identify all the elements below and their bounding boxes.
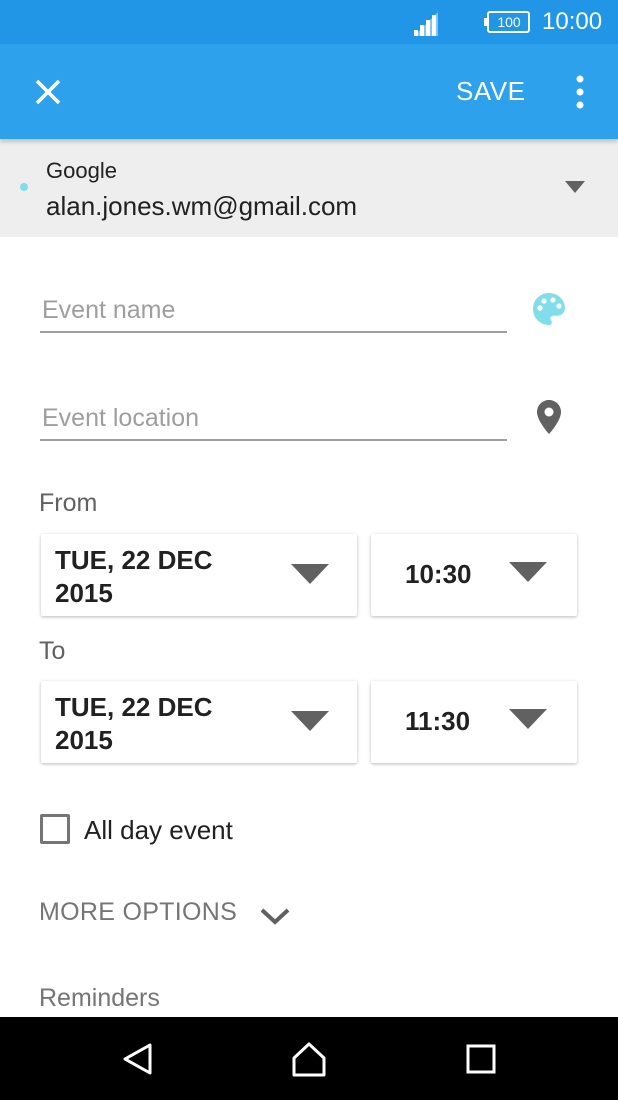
more-options-label: MORE OPTIONS [39,898,238,926]
location-pin-icon[interactable] [534,398,564,436]
from-time-picker[interactable]: 10:30 [371,534,577,616]
reminders-label: Reminders [39,984,160,1012]
all-day-checkbox[interactable] [40,814,70,844]
save-button[interactable]: SAVE [456,76,525,107]
battery-icon: 100 [484,11,530,33]
palette-icon[interactable] [530,290,568,328]
dropdown-arrow-icon [291,564,329,584]
back-icon[interactable] [118,1039,158,1079]
account-provider: Google [46,158,117,183]
to-date-picker[interactable]: TUE, 22 DEC 2015 [41,681,357,763]
dropdown-arrow-icon [509,562,547,582]
home-icon[interactable] [289,1039,329,1079]
to-label: To [39,637,66,665]
more-vert-icon[interactable] [568,72,592,112]
account-email: alan.jones.wm@gmail.com [46,191,358,221]
to-date-value: TUE, 22 DEC 2015 [55,692,213,755]
status-time: 10:00 [542,8,603,35]
status-bar: 100 10:00 [0,0,618,44]
recent-apps-icon[interactable] [461,1039,501,1079]
from-date-value: TUE, 22 DEC 2015 [55,545,213,608]
more-options-button[interactable]: MORE OPTIONS [39,898,299,938]
event-name-input[interactable] [40,289,507,333]
dropdown-arrow-icon[interactable] [565,181,585,193]
battery-level: 100 [497,14,521,30]
from-time-value: 10:30 [405,559,472,589]
account-selector[interactable]: Google alan.jones.wm@gmail.com [0,139,618,237]
event-location-input[interactable] [40,397,507,441]
signal-icon [414,12,438,36]
from-date-picker[interactable]: TUE, 22 DEC 2015 [41,534,357,616]
to-time-value: 11:30 [405,706,471,736]
to-time-picker[interactable]: 11:30 [371,681,577,763]
chevron-down-icon [260,908,290,925]
dropdown-arrow-icon [509,709,547,729]
from-label: From [39,489,98,517]
close-icon[interactable] [30,74,66,110]
calendar-color-dot [20,183,28,191]
all-day-label: All day event [84,815,233,845]
navigation-bar [0,1017,618,1100]
dropdown-arrow-icon [291,711,329,731]
app-bar: SAVE [0,44,618,139]
